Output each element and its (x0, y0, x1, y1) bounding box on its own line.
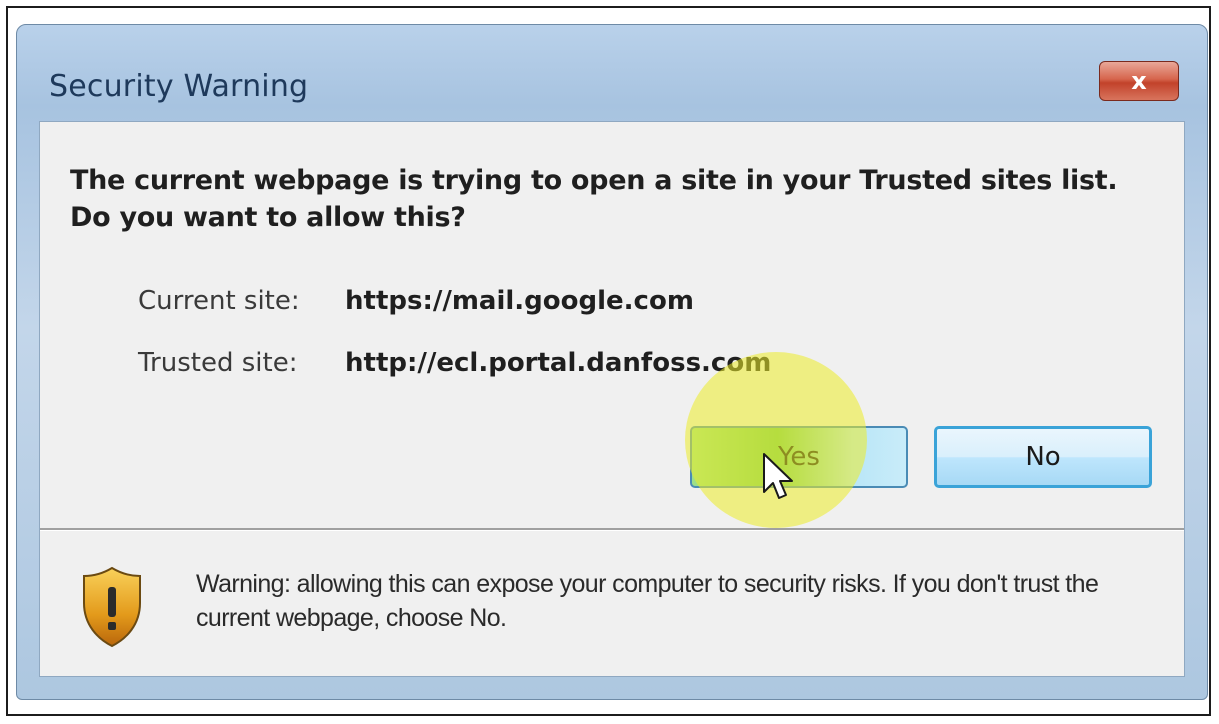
mouse-cursor-icon (763, 453, 793, 499)
current-site-label: Current site: (138, 286, 300, 316)
dialog-title: Security Warning (49, 69, 309, 104)
close-icon: x (1131, 67, 1147, 95)
no-button[interactable]: No (934, 426, 1152, 488)
dialog-main-area: The current webpage is trying to open a … (40, 122, 1184, 528)
question-line-2: Do you want to allow this? (70, 202, 466, 233)
title-bar[interactable]: Security Warning x (17, 25, 1207, 121)
question-line-1: The current webpage is trying to open a … (70, 165, 1118, 196)
dialog-question: The current webpage is trying to open a … (70, 162, 1170, 236)
trusted-site-value: http://ecl.portal.danfoss.com (345, 348, 772, 378)
dialog-content: The current webpage is trying to open a … (39, 121, 1185, 677)
warning-text: Warning: allowing this can expose your c… (196, 570, 1099, 632)
shield-warning-icon (83, 566, 141, 648)
close-button[interactable]: x (1099, 61, 1179, 101)
yes-button[interactable]: Yes (690, 426, 908, 488)
security-warning-dialog: Security Warning x The current webpage i… (16, 24, 1208, 700)
current-site-value: https://mail.google.com (345, 286, 694, 316)
dialog-footer: Warning: allowing this can expose your c… (40, 531, 1184, 676)
trusted-site-label: Trusted site: (138, 348, 298, 378)
